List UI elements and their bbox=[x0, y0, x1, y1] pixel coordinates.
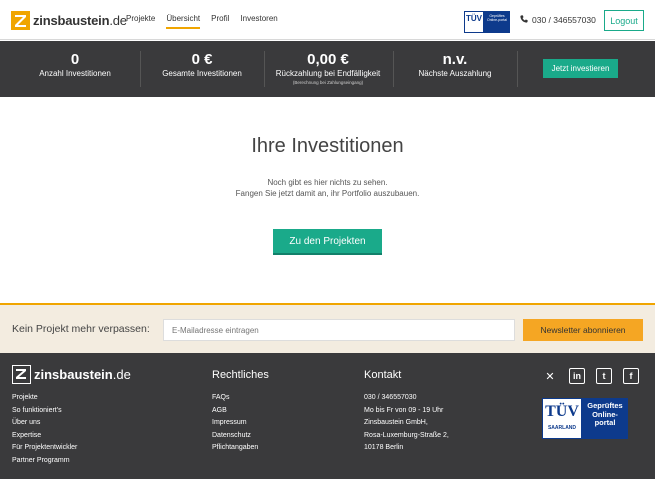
footer: zinsbaustein.de Projekte So funktioniert… bbox=[0, 353, 655, 479]
tuv-badge-large-mark: TÜV SAARLAND bbox=[542, 398, 582, 439]
footer-contact-city: 10178 Berlin bbox=[364, 444, 404, 452]
nav-uebersicht[interactable]: Übersicht bbox=[166, 14, 201, 29]
phone-text: 030 / 346557030 bbox=[532, 15, 596, 25]
nav-profil[interactable]: Profil bbox=[211, 14, 229, 29]
stats-bar: 0 Anzahl Investitionen 0 € Gesamte Inves… bbox=[0, 41, 655, 97]
stat-next-payout-label: Nächste Auszahlung bbox=[418, 69, 492, 78]
empty-message-line: Noch gibt es hier nichts zu sehen. bbox=[267, 178, 388, 187]
social-links: ✕ in t f bbox=[542, 368, 639, 384]
tuv-badge-large-text: Geprüftes Online-portal bbox=[582, 398, 628, 439]
footer-link-partner[interactable]: Partner Programm bbox=[12, 455, 77, 468]
linkedin-icon[interactable]: in bbox=[569, 368, 585, 384]
stat-count-label: Anzahl Investitionen bbox=[39, 69, 111, 78]
logo-z-icon bbox=[11, 10, 30, 30]
footer-logo-text: zinsbaustein.de bbox=[34, 367, 131, 382]
logo-text: zinsbaustein.de bbox=[33, 12, 127, 28]
stat-divider bbox=[393, 51, 394, 87]
footer-links: Projekte So funktioniert's Über uns Expe… bbox=[12, 392, 77, 468]
footer-link-agb[interactable]: AGB bbox=[212, 405, 258, 418]
main-nav: Projekte Übersicht Profil Investoren bbox=[126, 14, 289, 29]
footer-link-expertise[interactable]: Expertise bbox=[12, 430, 77, 443]
stat-divider bbox=[264, 51, 265, 87]
stat-next-payout-value: n.v. bbox=[442, 51, 468, 68]
footer-link-pflichtangaben[interactable]: Pflichtangaben bbox=[212, 442, 258, 455]
newsletter-subscribe-button[interactable]: Newsletter abonnieren bbox=[523, 319, 643, 341]
tuv-badge-mark: TÜV bbox=[464, 11, 484, 33]
footer-contact-hours: Mo bis Fr von 09 - 19 Uhr bbox=[364, 406, 444, 414]
newsletter-bar: Kein Projekt mehr verpassen: Newsletter … bbox=[0, 303, 655, 353]
to-projects-button[interactable]: Zu den Projekten bbox=[273, 229, 382, 255]
stat-count: 0 Anzahl Investitionen bbox=[20, 52, 130, 80]
stat-total-value: 0 € bbox=[191, 51, 213, 68]
stat-repayment: 0,00 € Rückzahlung bei Endfälligkeit (Be… bbox=[266, 52, 390, 86]
nav-investoren[interactable]: Investoren bbox=[240, 14, 277, 29]
footer-link-projekte[interactable]: Projekte bbox=[12, 392, 77, 405]
stat-count-value: 0 bbox=[70, 51, 80, 68]
stat-total: 0 € Gesamte Investitionen bbox=[147, 52, 257, 80]
phone-icon bbox=[520, 15, 528, 25]
facebook-icon[interactable]: f bbox=[623, 368, 639, 384]
footer-link-faqs[interactable]: FAQs bbox=[212, 392, 258, 405]
tuv-mark-text: TÜV bbox=[545, 403, 579, 420]
logo[interactable]: zinsbaustein.de bbox=[11, 10, 127, 30]
footer-legal-links: FAQs AGB Impressum Datenschutz Pflichtan… bbox=[212, 392, 258, 455]
stat-divider bbox=[517, 51, 518, 87]
stat-repayment-note: (Berechnung bei Zahlungseingang) bbox=[292, 80, 364, 85]
empty-message-line: Fangen Sie jetzt damit an, ihr Portfolio… bbox=[235, 189, 420, 198]
invest-now-button[interactable]: Jetzt investieren bbox=[543, 59, 618, 78]
stat-repayment-value: 0,00 € bbox=[307, 51, 349, 68]
tuv-badge-small: TÜV Geprüftes Online-portal bbox=[464, 11, 510, 33]
footer-link-impressum[interactable]: Impressum bbox=[212, 417, 258, 430]
footer-link-about[interactable]: Über uns bbox=[12, 417, 77, 430]
logout-button[interactable]: Logout bbox=[604, 10, 644, 31]
twitter-icon[interactable]: t bbox=[596, 368, 612, 384]
stat-next-payout: n.v. Nächste Auszahlung bbox=[400, 52, 510, 80]
footer-contact-company: Zinsbaustein GmbH, bbox=[364, 419, 428, 427]
tuv-badge-text: Geprüftes Online-portal bbox=[486, 14, 508, 22]
footer-logo[interactable]: zinsbaustein.de bbox=[12, 365, 131, 384]
tuv-badge-large: TÜV SAARLAND Geprüftes Online-portal bbox=[542, 398, 628, 439]
nav-projekte[interactable]: Projekte bbox=[126, 14, 155, 29]
tuv-certified-text: Geprüftes Online-portal bbox=[587, 401, 623, 427]
newsletter-label: Kein Projekt mehr verpassen: bbox=[12, 323, 150, 335]
footer-contact: 030 / 346557030 Mo bis Fr von 09 - 19 Uh… bbox=[364, 392, 449, 455]
footer-link-developers[interactable]: Für Projektentwickler bbox=[12, 442, 77, 455]
footer-link-how-it-works[interactable]: So funktioniert's bbox=[12, 405, 77, 418]
newsletter-email-input[interactable] bbox=[163, 319, 515, 341]
footer-contact-street: Rosa-Luxemburg-Straße 2, bbox=[364, 431, 449, 439]
tuv-region-text: SAARLAND bbox=[547, 425, 577, 431]
footer-logo-z-icon bbox=[12, 365, 31, 384]
footer-link-datenschutz[interactable]: Datenschutz bbox=[212, 430, 258, 443]
stat-repayment-label: Rückzahlung bei Endfälligkeit bbox=[275, 69, 381, 78]
xing-icon[interactable]: ✕ bbox=[542, 368, 558, 384]
top-header: zinsbaustein.de Projekte Übersicht Profi… bbox=[0, 0, 655, 40]
footer-contact-heading: Kontakt bbox=[364, 369, 402, 381]
footer-contact-phone[interactable]: 030 / 346557030 bbox=[364, 392, 449, 405]
page-title: Ihre Investitionen bbox=[251, 135, 404, 157]
empty-state-message: Noch gibt es hier nichts zu sehen. Fange… bbox=[0, 177, 655, 199]
phone-number[interactable]: 030 / 346557030 bbox=[520, 15, 596, 25]
footer-legal-heading: Rechtliches bbox=[212, 369, 269, 381]
stat-total-label: Gesamte Investitionen bbox=[162, 69, 242, 78]
stat-divider bbox=[140, 51, 141, 87]
